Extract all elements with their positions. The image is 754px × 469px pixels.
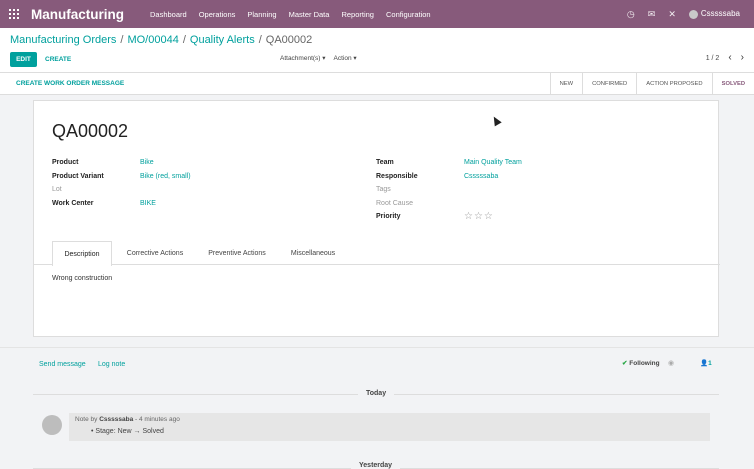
priority-star-icon[interactable]: ☆☆☆ [464, 211, 494, 222]
product-variant-label: Product Variant [52, 172, 104, 180]
form-sheet: QA00002 Product Bike Product Variant Bike … [33, 100, 720, 337]
user-menu[interactable]: Csssssaba [688, 9, 740, 19]
today-label: Today [358, 390, 395, 397]
following-button[interactable]: ✔ Following [622, 359, 660, 367]
apps-menu-icon[interactable] [0, 0, 28, 28]
root-cause-label: Root Cause [376, 199, 413, 207]
breadcrumb: Manufacturing Orders / MO/00044/Quality Al… [10, 34, 313, 46]
description-text[interactable]: Wrong construction [52, 275, 112, 282]
product-value[interactable]: Bike [140, 159, 154, 166]
top-navbar: Manufacturing Dashboard Operations Plann… [0, 0, 754, 28]
action-dropdown[interactable]: Action ▾ [334, 54, 357, 62]
clock-icon[interactable]: ◷ [627, 9, 635, 20]
chat-icon[interactable]: ✉ [648, 9, 656, 20]
app-title[interactable]: Manufacturing [31, 7, 124, 22]
menu-planning[interactable]: Planning [247, 10, 276, 19]
message-time: - 4 minutes ago [135, 416, 180, 423]
followers-button[interactable]: 👤1 [700, 359, 712, 367]
message-note: Note by Csssssaba - 4 minutes ago • Stag… [69, 413, 710, 441]
edit-button[interactable]: EDIT [10, 52, 37, 67]
tab-miscellaneous[interactable]: Miscellaneous [278, 241, 348, 265]
control-panel: Manufacturing Orders / MO/00044/Quality Al… [0, 28, 754, 73]
left-field-group: Product Bike Product Variant Bike (red, sm… [52, 156, 191, 210]
user-name: Csssssaba [700, 9, 740, 19]
sidebar-actions: Attachment(s) ▾ Action ▾ [280, 54, 357, 62]
menu-dashboard[interactable]: Dashboard [150, 10, 187, 19]
status-bar: CREATE WORK ORDER MESSAGE NEW CONFIRMED … [0, 73, 754, 95]
tab-description[interactable]: Description [52, 241, 112, 266]
team-label: Team [376, 159, 394, 167]
chatter: Send message Log note ✔ Following ◉ 👤1 T… [0, 347, 754, 469]
stage-action-proposed[interactable]: ACTION PROPOSED [636, 73, 711, 95]
attachments-dropdown[interactable]: Attachment(s) ▾ [280, 54, 326, 62]
breadcrumb-current: QA00002 [265, 34, 313, 46]
main-menu: Dashboard Operations Planning Master Dat… [150, 10, 431, 19]
priority-label: Priority [376, 213, 401, 221]
record-title: QA00002 [52, 121, 129, 141]
stage-solved[interactable]: SOLVED [711, 73, 754, 95]
yesterday-label: Yesterday [351, 462, 401, 469]
tab-preventive-actions[interactable]: Preventive Actions [196, 241, 278, 265]
stage-pipeline: NEW CONFIRMED ACTION PROPOSED SOLVED [549, 73, 754, 95]
close-icon[interactable]: ✕ [668, 9, 676, 20]
message-body: • Stage: New → Solved [91, 428, 164, 435]
pager: 1 / 2 ‹ › [706, 53, 744, 63]
avatar[interactable] [42, 415, 62, 435]
breadcrumb-mo[interactable]: MO/00044 [127, 34, 178, 46]
work-center-label: Work Center [52, 199, 94, 207]
send-message-button[interactable]: Send message [39, 361, 86, 368]
work-center-value[interactable]: BIKE [140, 200, 156, 207]
stage-new[interactable]: NEW [549, 73, 583, 95]
message-header: Note by Csssssaba - 4 minutes ago [75, 416, 180, 423]
breadcrumb-manufacturing-orders[interactable]: Manufacturing Orders [10, 34, 116, 46]
bell-icon[interactable]: ◉ [668, 359, 674, 367]
log-note-button[interactable]: Log note [98, 361, 125, 368]
tags-label: Tags [376, 186, 391, 194]
product-variant-value[interactable]: Bike (red, small) [140, 173, 191, 180]
menu-reporting[interactable]: Reporting [341, 10, 374, 19]
chevron-left-icon[interactable]: ‹ [728, 53, 731, 63]
avatar [688, 9, 698, 19]
responsible-label: Responsible [376, 172, 418, 180]
tab-corrective-actions[interactable]: Corrective Actions [114, 241, 196, 265]
team-value[interactable]: Main Quality Team [464, 159, 522, 166]
stage-confirmed[interactable]: CONFIRMED [582, 73, 636, 95]
create-button[interactable]: CREATE [45, 52, 71, 67]
notebook-tabs: Description Corrective Actions Preventiv… [34, 241, 720, 266]
menu-configuration[interactable]: Configuration [386, 10, 431, 19]
menu-operations[interactable]: Operations [199, 10, 236, 19]
systray: ◷ ✉ ✕ Csssssaba [627, 9, 740, 20]
breadcrumb-quality-alerts[interactable]: Quality Alerts [190, 34, 255, 46]
pager-value[interactable]: 1 / 2 [706, 55, 720, 62]
right-field-group: Team Main Quality Team Responsible Csssssa… [376, 156, 522, 224]
user-icon: 👤 [700, 360, 709, 367]
create-work-order-message-button[interactable]: CREATE WORK ORDER MESSAGE [16, 80, 124, 87]
check-icon: ✔ [622, 360, 628, 367]
chevron-right-icon[interactable]: › [741, 53, 744, 63]
menu-master-data[interactable]: Master Data [289, 10, 330, 19]
responsible-value[interactable]: Csssssaba [464, 173, 498, 180]
message-author[interactable]: Csssssaba [99, 416, 133, 423]
product-label: Product [52, 159, 79, 167]
lot-label: Lot [52, 186, 62, 194]
